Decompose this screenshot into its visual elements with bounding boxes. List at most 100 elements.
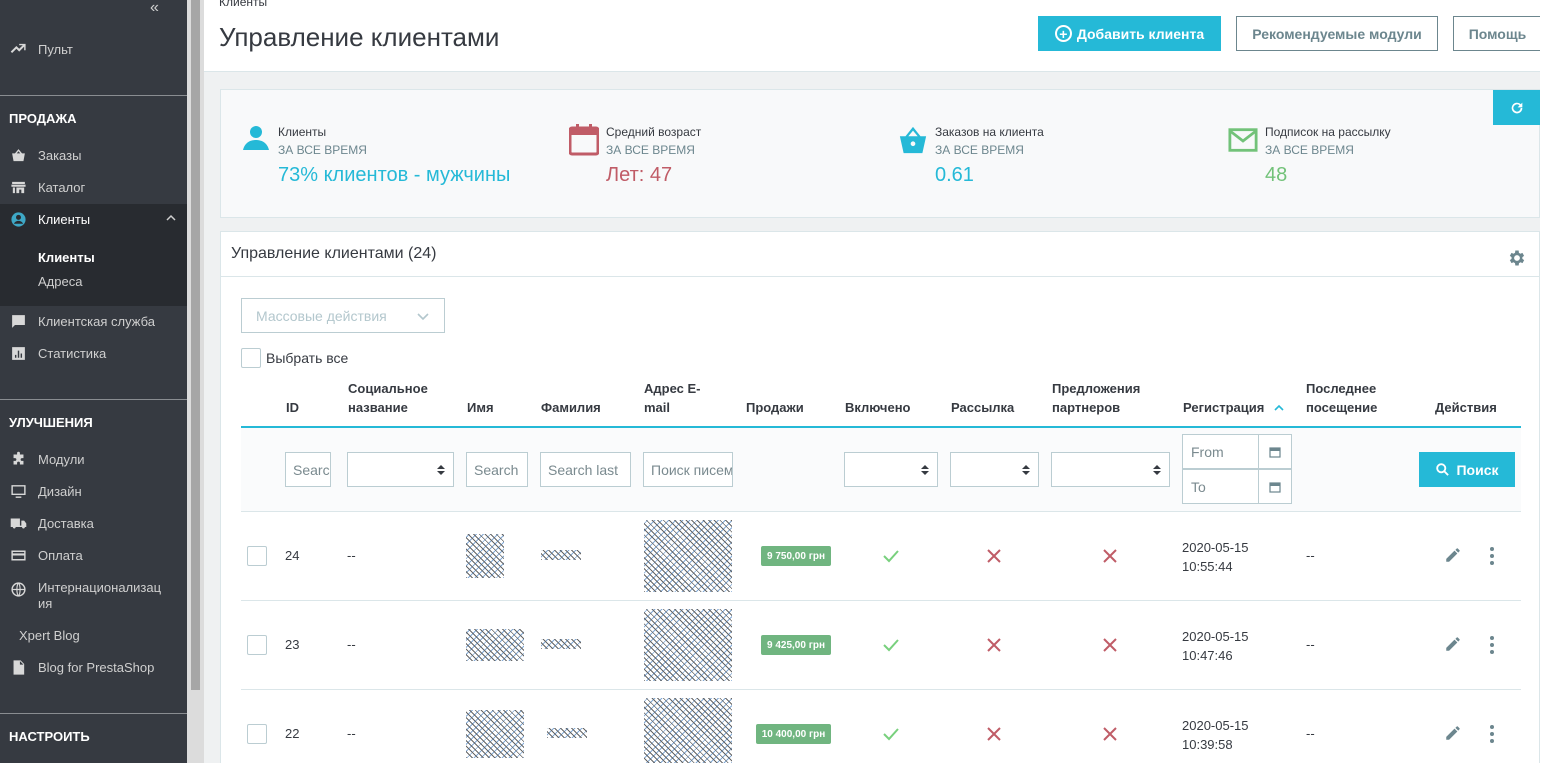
- row-checkbox[interactable]: [247, 546, 267, 566]
- email-filter-input[interactable]: Поиск писем: [643, 452, 733, 487]
- more-vertical-icon[interactable]: [1483, 635, 1501, 655]
- more-vertical-icon[interactable]: [1483, 546, 1501, 566]
- cell-id: 23: [285, 637, 300, 652]
- col-first-name[interactable]: Имя: [467, 398, 494, 417]
- bulk-actions-dropdown[interactable]: Массовые действия: [241, 298, 445, 333]
- sidebar-item-catalog[interactable]: Каталог: [0, 172, 187, 202]
- sidebar-item-shipping[interactable]: Доставка: [0, 508, 187, 538]
- col-email[interactable]: Адрес E-mail: [644, 379, 700, 417]
- gear-icon[interactable]: [1507, 248, 1527, 268]
- search-button-label: Поиск: [1456, 461, 1499, 478]
- check-icon[interactable]: [881, 724, 901, 744]
- col-enabled[interactable]: Включено: [845, 398, 911, 417]
- recommended-modules-button[interactable]: Рекомендуемые модули: [1236, 16, 1438, 51]
- kpi-subtitle: ЗА ВСЕ ВРЕМЯ: [935, 143, 1024, 157]
- sidebar-item-dashboard[interactable]: Пульт: [0, 34, 187, 64]
- close-icon[interactable]: [986, 637, 1002, 653]
- redacted-first-name: [466, 629, 524, 661]
- id-filter-input[interactable]: Search: [285, 452, 331, 487]
- sidebar-item-design[interactable]: Дизайн: [0, 476, 187, 506]
- last-name-filter-input[interactable]: Search last: [540, 452, 631, 487]
- edit-icon[interactable]: [1444, 546, 1462, 564]
- sidebar-item-label: Модули: [38, 451, 85, 467]
- col-registration[interactable]: Регистрация: [1183, 398, 1284, 417]
- col-social-title[interactable]: Социальное название: [348, 379, 428, 417]
- close-icon[interactable]: [1102, 548, 1118, 564]
- edit-icon[interactable]: [1444, 635, 1462, 653]
- section-configure: НАСТРОИТЬ: [9, 729, 90, 744]
- col-last-name[interactable]: Фамилия: [541, 398, 601, 417]
- search-icon: [1436, 463, 1450, 476]
- close-icon[interactable]: [986, 726, 1002, 742]
- sidebar-subitem-customers[interactable]: Клиенты: [38, 250, 95, 265]
- date-from-placeholder: From: [1191, 443, 1224, 460]
- sort-asc-icon[interactable]: [1274, 404, 1284, 412]
- partner-offers-filter-select[interactable]: [1051, 452, 1170, 487]
- sidebar-item-customers[interactable]: Клиенты: [0, 204, 187, 234]
- col-id[interactable]: ID: [286, 398, 299, 417]
- sidebar-item-customer-service[interactable]: Клиентская служба: [0, 306, 187, 336]
- calendar-icon[interactable]: [1258, 470, 1291, 503]
- edit-icon[interactable]: [1444, 724, 1462, 742]
- newsletter-filter-select[interactable]: [950, 452, 1039, 487]
- cell-registration: 2020-05-15 10:55:44: [1182, 540, 1249, 574]
- social-title-filter-select[interactable]: [347, 452, 454, 487]
- close-icon[interactable]: [1102, 637, 1118, 653]
- add-customer-button[interactable]: + Добавить клиента: [1038, 16, 1221, 51]
- sidebar-scrollbar[interactable]: [187, 0, 204, 763]
- credit-card-icon: [9, 546, 27, 564]
- redacted-last-name: [541, 550, 581, 560]
- row-checkbox[interactable]: [247, 635, 267, 655]
- scrollbar-thumb[interactable]: [191, 0, 200, 690]
- sidebar-item-modules[interactable]: Модули: [0, 444, 187, 474]
- sidebar-item-stats[interactable]: Статистика: [0, 338, 187, 368]
- globe-icon: [9, 580, 27, 598]
- date-to-input[interactable]: To: [1182, 469, 1292, 504]
- trending-up-icon: [9, 40, 27, 58]
- enabled-filter-select[interactable]: [844, 452, 938, 487]
- sidebar-item-label: Blog for PrestaShop: [38, 659, 155, 675]
- date-from-input[interactable]: From: [1182, 434, 1292, 469]
- cell-last-visit: --: [1306, 548, 1315, 563]
- select-all-checkbox[interactable]: [241, 348, 261, 368]
- col-last-visit[interactable]: Последнее посещение: [1306, 379, 1377, 417]
- close-icon[interactable]: [986, 548, 1002, 564]
- sidebar-item-payment[interactable]: Оплата: [0, 540, 187, 570]
- first-name-filter-input[interactable]: Search: [466, 452, 528, 487]
- kpi-title: Подписок на рассылку: [1265, 125, 1391, 139]
- sidebar-item-blog-prestashop[interactable]: Blog for PrestaShop: [0, 652, 187, 682]
- select-all[interactable]: Выбрать все: [241, 348, 348, 368]
- check-icon[interactable]: [881, 635, 901, 655]
- sidebar-item-orders[interactable]: Заказы: [0, 140, 187, 170]
- search-button[interactable]: Поиск: [1419, 452, 1515, 487]
- calendar-icon[interactable]: [1258, 435, 1291, 468]
- sidebar-item-xpert-blog[interactable]: Xpert Blog: [0, 620, 187, 650]
- page-header: Клиенты Управление клиентами + Добавить …: [204, 0, 1547, 72]
- sidebar-subitem-addresses[interactable]: Адреса: [38, 274, 82, 289]
- kpi-subtitle: ЗА ВСЕ ВРЕМЯ: [278, 143, 367, 157]
- collapse-sidebar-icon[interactable]: «: [150, 0, 159, 17]
- sidebar-item-international[interactable]: Интернационализац ия: [0, 572, 187, 612]
- chevron-up-icon: [165, 212, 177, 227]
- col-sales[interactable]: Продажи: [746, 398, 804, 417]
- page-scrollbar[interactable]: [1540, 0, 1547, 763]
- bulk-actions-label: Массовые действия: [256, 307, 387, 324]
- cell-social-title: --: [347, 548, 356, 563]
- table-row: 24 -- 9 750,00 грн 2020-05-15 10:55:44 --: [241, 512, 1521, 601]
- more-vertical-icon[interactable]: [1483, 724, 1501, 744]
- col-partner-offers[interactable]: Предложения партнеров: [1052, 379, 1140, 417]
- col-newsletter[interactable]: Рассылка: [951, 398, 1014, 417]
- row-checkbox[interactable]: [247, 724, 267, 744]
- calendar-icon: [569, 124, 599, 156]
- help-button[interactable]: Помощь: [1453, 16, 1542, 51]
- sidebar-item-label: Заказы: [38, 147, 82, 163]
- refresh-button[interactable]: [1493, 90, 1540, 125]
- close-icon[interactable]: [1102, 726, 1118, 742]
- grid-title: Управление клиентами (24): [231, 245, 437, 262]
- breadcrumb[interactable]: Клиенты: [219, 0, 267, 9]
- sales-badge: 9 425,00 грн: [761, 635, 831, 655]
- check-icon[interactable]: [881, 546, 901, 566]
- sidebar-item-label: Оплата: [38, 547, 83, 563]
- redacted-last-name: [541, 639, 581, 649]
- sidebar-item-label: Интернационализац ия: [38, 580, 162, 611]
